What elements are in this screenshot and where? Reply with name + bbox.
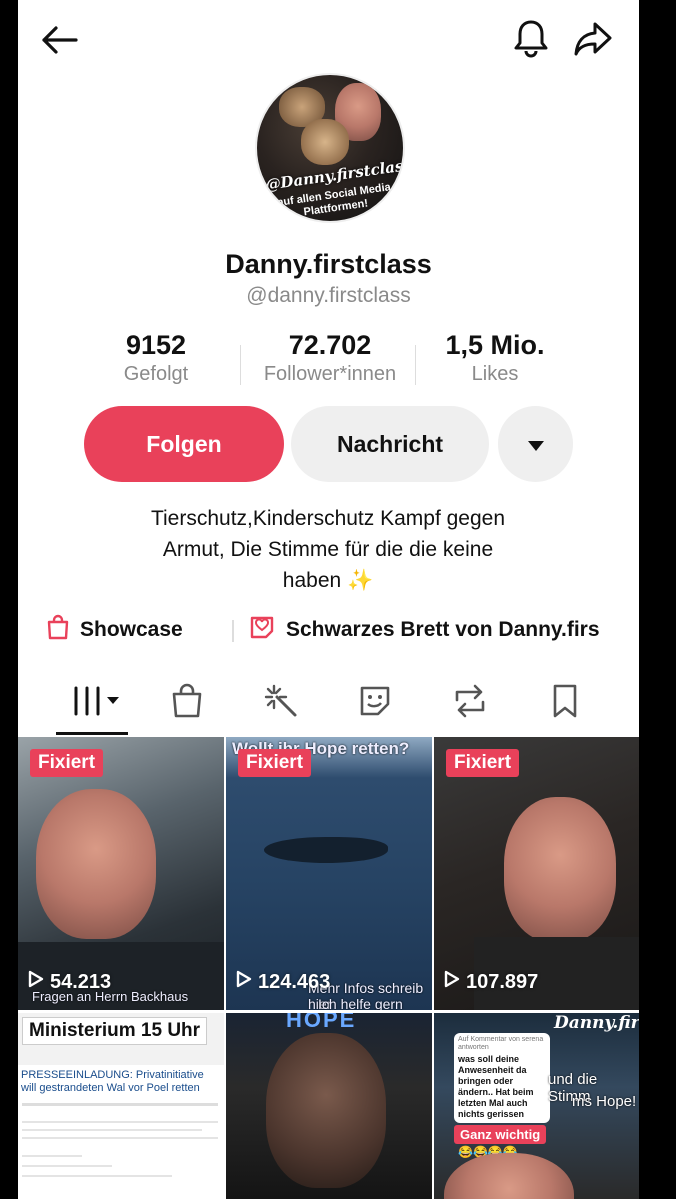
stat-label: Likes	[471, 363, 519, 385]
view-count-value: 54.213	[50, 970, 112, 993]
thumbnail-face	[266, 1033, 386, 1188]
shopping-bag-icon	[170, 683, 204, 724]
doc-line	[22, 1165, 112, 1167]
board-label: Schwarzes Brett von Danny.firs	[286, 618, 600, 641]
stat-following[interactable]: 9152 Gefolgt	[104, 330, 208, 386]
divider	[415, 345, 416, 385]
video-grid: Fixiert Fragen an Herrn Backhaus 54.213 …	[18, 737, 639, 1199]
repost-icon	[451, 683, 489, 724]
video-thumbnail[interactable]: Danny.firstclass Auf Kommentar von seren…	[434, 1013, 639, 1199]
bio-line: Armut, Die Stimme für die die keine	[162, 538, 494, 561]
doc-line	[22, 1103, 218, 1106]
thumbnail-face	[504, 797, 616, 942]
video-title: Ministerium 15 Uhr	[22, 1017, 208, 1045]
video-thumbnail[interactable]: Ministerium 15 Uhr PRESSEEINLADUNG: Priv…	[18, 1013, 224, 1199]
pinned-badge: Fixiert	[238, 749, 312, 777]
bio: Tierschutz,Kinderschutz Kampf gegen Armu…	[78, 503, 578, 596]
badge: Ganz wichtig	[454, 1125, 547, 1144]
play-icon	[28, 970, 44, 994]
board-link[interactable]: Schwarzes Brett von Danny.firs	[248, 614, 600, 646]
tab-videos[interactable]	[66, 680, 126, 726]
view-count-value: 107.897	[466, 970, 539, 993]
view-count: 107.897	[444, 970, 538, 994]
stat-followers[interactable]: 72.702 Follower*innen	[242, 330, 418, 386]
pinned-badge: Fixiert	[446, 749, 520, 777]
bookmark-icon	[550, 683, 580, 724]
view-count-value: 124.463	[258, 970, 331, 993]
arrow-left-icon[interactable]	[38, 20, 80, 60]
caret-down-icon	[527, 431, 545, 458]
whale-shape	[264, 837, 388, 863]
view-count: 124.463	[236, 970, 330, 994]
video-thumbnail[interactable]: Fixiert Fragen an Herrn Backhaus 54.213	[18, 737, 224, 1010]
comment-bubble: Auf Kommentar von serena antworten was s…	[454, 1033, 550, 1123]
message-button[interactable]: Nachricht	[291, 406, 489, 482]
video-overlay-text: ms Hope!	[572, 1093, 637, 1110]
showcase-label: Showcase	[80, 618, 183, 641]
doc-line	[22, 1175, 172, 1177]
tab-shop[interactable]	[162, 680, 212, 726]
sparkle-wand-icon	[263, 683, 299, 724]
video-brand: Danny.firstclass	[554, 1013, 639, 1033]
doc-line	[22, 1121, 218, 1123]
display-name: Danny.firstclass	[225, 249, 432, 279]
video-caption: Ich helfe gern	[318, 996, 403, 1010]
stat-label: Gefolgt	[123, 363, 189, 385]
handle: @danny.firstclass	[246, 284, 411, 307]
tab-stickers[interactable]	[350, 680, 400, 726]
tab-saved[interactable]	[540, 680, 590, 726]
follow-button[interactable]: Folgen	[84, 406, 284, 482]
stat-value: 1,5 Mio.	[445, 330, 545, 360]
share-arrow-icon[interactable]	[571, 19, 615, 59]
more-options-button[interactable]	[498, 406, 573, 482]
divider	[232, 620, 234, 642]
stat-label: Follower*innen	[263, 363, 397, 385]
comment-text: was soll deine Anwesenheit da bringen od…	[458, 1054, 534, 1119]
document-preview: PRESSEEINLADUNG: Privatinitiative will g…	[18, 1065, 224, 1199]
stat-value: 72.702	[288, 330, 372, 360]
avatar-dog	[301, 119, 349, 165]
bell-icon[interactable]	[511, 17, 551, 59]
play-icon	[444, 970, 460, 994]
doc-heading: PRESSEEINLADUNG: Privatinitiative will g…	[21, 1069, 204, 1094]
video-thumbnail[interactable]: Wollt ihr Hope retten? Fixiert Mehr Info…	[226, 737, 432, 1010]
doc-line	[22, 1155, 82, 1157]
sticker-heart-icon	[248, 614, 276, 646]
view-count: 54.213	[28, 970, 111, 994]
shopping-bag-icon	[46, 614, 70, 646]
content-tabs	[18, 680, 639, 736]
doc-line	[22, 1137, 218, 1139]
showcase-link[interactable]: Showcase	[46, 614, 183, 646]
thumbnail-face	[36, 789, 156, 939]
tab-reposts[interactable]	[445, 680, 495, 726]
stat-value: 9152	[125, 330, 187, 360]
sticker-icon	[357, 683, 393, 724]
video-thumbnail[interactable]: HOPE	[226, 1013, 432, 1199]
active-tab-indicator	[56, 732, 128, 735]
top-bar	[18, 0, 639, 78]
divider	[240, 345, 241, 385]
videos-grid-icon	[70, 684, 122, 723]
profile-page: @Danny.firstclass auf allen Social Media…	[18, 0, 639, 1199]
avatar[interactable]: @Danny.firstclass auf allen Social Media…	[255, 73, 405, 223]
doc-line	[22, 1129, 202, 1131]
stat-likes[interactable]: 1,5 Mio. Likes	[430, 330, 560, 386]
play-icon	[236, 970, 252, 994]
thumbnail-face	[444, 1153, 574, 1199]
bio-line: Tierschutz,Kinderschutz Kampf gegen	[150, 507, 506, 530]
pinned-badge: Fixiert	[30, 749, 104, 777]
video-caption-top: HOPE	[286, 1013, 357, 1032]
video-thumbnail[interactable]: Fixiert 107.897	[434, 737, 639, 1010]
profile-links: Showcase Schwarzes Brett von Danny.firs	[46, 614, 639, 650]
comment-header: Auf Kommentar von serena antworten	[458, 1036, 544, 1051]
bio-line: haben ✨	[282, 569, 374, 592]
tab-effects[interactable]	[256, 680, 306, 726]
